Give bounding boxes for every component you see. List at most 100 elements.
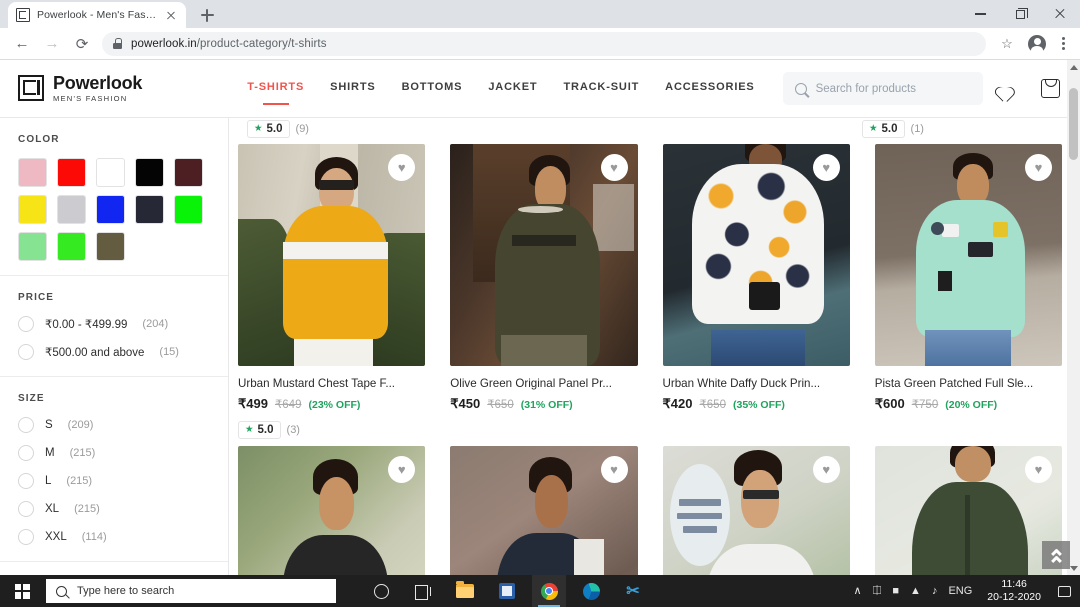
product-image[interactable]: ♥ xyxy=(662,446,850,575)
clock-time: 11:46 xyxy=(1001,577,1027,590)
radio-icon[interactable] xyxy=(18,344,34,360)
size-option-l[interactable]: L (215) xyxy=(18,473,210,489)
color-swatch[interactable] xyxy=(96,232,125,261)
radio-icon[interactable] xyxy=(18,445,34,461)
product-card[interactable]: ♥ Olive Green Original Panel Pr... ₹450 … xyxy=(450,144,638,439)
cart-icon[interactable] xyxy=(1041,79,1060,98)
radio-icon[interactable] xyxy=(18,316,34,332)
color-swatch[interactable] xyxy=(57,232,86,261)
product-title[interactable]: Pista Green Patched Full Sle... xyxy=(875,377,1062,390)
product-image[interactable]: ♥ xyxy=(874,144,1062,366)
scroll-to-top-button[interactable] xyxy=(1042,541,1070,569)
heart-icon: ♥ xyxy=(610,160,618,175)
size-option-xl[interactable]: XL (215) xyxy=(18,501,210,517)
language-indicator[interactable]: ENG xyxy=(948,585,972,597)
nav-item-bottoms[interactable]: BOTTOMS xyxy=(402,81,463,96)
close-window-button[interactable] xyxy=(1040,0,1080,28)
nav-item-track-suit[interactable]: TRACK-SUIT xyxy=(563,81,639,96)
product-card[interactable]: ♥ Urban Mustard Chest Tape F... ₹499 ₹64… xyxy=(238,144,426,439)
wishlist-button[interactable]: ♥ xyxy=(1025,456,1052,483)
product-card[interactable]: ♥ xyxy=(874,446,1062,575)
nav-item-shirts[interactable]: SHIRTS xyxy=(330,81,375,96)
bookmark-star-icon[interactable]: ☆ xyxy=(994,36,1020,52)
color-swatch[interactable] xyxy=(57,195,86,224)
size-option-xxl[interactable]: XXL (114) xyxy=(18,529,210,545)
product-image[interactable]: ♥ xyxy=(450,446,638,575)
maximize-button[interactable] xyxy=(1000,0,1040,28)
product-card[interactable]: ♥ xyxy=(662,446,850,575)
product-title[interactable]: Olive Green Original Panel Pr... xyxy=(450,377,637,390)
product-title[interactable]: Urban White Daffy Duck Prin... xyxy=(663,377,850,390)
start-button[interactable] xyxy=(0,575,44,607)
minimize-button[interactable] xyxy=(960,0,1000,28)
volume-icon[interactable]: ♪ xyxy=(932,585,938,597)
clock[interactable]: 11:46 20-12-2020 xyxy=(983,578,1045,604)
wishlist-button[interactable]: ♥ xyxy=(1025,154,1052,181)
product-card[interactable]: ♥ Pista Green Patched Full Sle... ₹600 ₹… xyxy=(874,144,1062,439)
radio-icon[interactable] xyxy=(18,417,34,433)
file-explorer-button[interactable] xyxy=(448,575,482,607)
radio-icon[interactable] xyxy=(18,473,34,489)
color-swatch[interactable] xyxy=(174,158,203,187)
product-card[interactable]: ♥ xyxy=(238,446,426,575)
color-swatch[interactable] xyxy=(18,158,47,187)
nav-item-t-shirts[interactable]: T-SHIRTS xyxy=(247,81,304,96)
scrollbar-up-arrow[interactable] xyxy=(1067,60,1080,74)
search-input[interactable]: Search for products xyxy=(782,72,983,105)
wifi-icon[interactable]: ▲ xyxy=(910,585,921,597)
nav-item-accessories[interactable]: ACCESSORIES xyxy=(665,81,754,96)
rating-count: (9) xyxy=(295,123,309,135)
price-option-1[interactable]: ₹500.00 and above (15) xyxy=(18,344,210,360)
color-swatch[interactable] xyxy=(96,158,125,187)
address-bar[interactable]: powerlook.in/product-category/t-shirts xyxy=(102,31,986,56)
wishlist-icon[interactable] xyxy=(1000,80,1019,97)
new-tab-button[interactable] xyxy=(196,4,218,26)
wishlist-button[interactable]: ♥ xyxy=(812,154,840,181)
product-image[interactable]: ♥ xyxy=(874,446,1062,575)
action-center-icon[interactable] xyxy=(1058,585,1071,597)
color-swatch[interactable] xyxy=(135,158,164,187)
size-option-s[interactable]: S (209) xyxy=(18,417,210,433)
forward-button[interactable]: → xyxy=(38,30,66,58)
color-swatch[interactable] xyxy=(96,195,125,224)
product-image[interactable]: ♥ xyxy=(662,144,850,366)
product-image[interactable]: ♥ xyxy=(450,144,638,366)
price-option-0[interactable]: ₹0.00 - ₹499.99 (204) xyxy=(18,316,210,332)
color-swatch[interactable] xyxy=(18,232,47,261)
browser-tab[interactable]: Powerlook - Men's Fashion xyxy=(8,2,186,28)
show-hidden-icons-chevron[interactable]: ∧ xyxy=(854,585,862,597)
nav-item-jacket[interactable]: JACKET xyxy=(488,81,537,96)
product-image[interactable]: ♥ xyxy=(238,144,426,366)
radio-icon[interactable] xyxy=(18,529,34,545)
taskbar-search-input[interactable]: Type here to search xyxy=(46,579,336,603)
size-option-m[interactable]: M (215) xyxy=(18,445,210,461)
site-logo[interactable]: Powerlook MEN'S FASHION xyxy=(18,74,142,103)
onedrive-icon[interactable]: ⎅ xyxy=(873,585,882,597)
task-view-button[interactable] xyxy=(406,575,440,607)
google-chrome-button[interactable] xyxy=(532,575,566,607)
wishlist-button[interactable]: ♥ xyxy=(812,456,840,483)
product-card[interactable]: ♥ xyxy=(450,446,638,575)
reload-button[interactable]: ⟳ xyxy=(68,30,96,58)
close-tab-icon[interactable] xyxy=(164,8,178,22)
page-scrollbar[interactable] xyxy=(1067,60,1080,575)
microsoft-edge-button[interactable] xyxy=(574,575,608,607)
battery-icon[interactable]: ■ xyxy=(892,585,899,597)
scrollbar-thumb[interactable] xyxy=(1069,88,1078,160)
radio-icon[interactable] xyxy=(18,501,34,517)
color-swatch[interactable] xyxy=(57,158,86,187)
product-card[interactable]: ♥ Urban White Daffy Duck Prin... ₹420 ₹6… xyxy=(662,144,850,439)
color-swatch[interactable] xyxy=(135,195,164,224)
vs-code-button[interactable]: ✂ xyxy=(616,575,650,607)
back-button[interactable]: ← xyxy=(8,30,36,58)
color-swatch[interactable] xyxy=(18,195,47,224)
product-title[interactable]: Urban Mustard Chest Tape F... xyxy=(238,377,425,390)
product-image[interactable]: ♥ xyxy=(238,446,426,575)
profile-avatar-icon[interactable] xyxy=(1028,34,1046,55)
wishlist-button[interactable]: ♥ xyxy=(600,154,628,181)
microsoft-store-button[interactable] xyxy=(490,575,524,607)
color-swatch[interactable] xyxy=(174,195,203,224)
browser-menu-icon[interactable] xyxy=(1054,36,1072,51)
cortana-button[interactable] xyxy=(364,575,398,607)
wishlist-button[interactable]: ♥ xyxy=(600,456,628,483)
